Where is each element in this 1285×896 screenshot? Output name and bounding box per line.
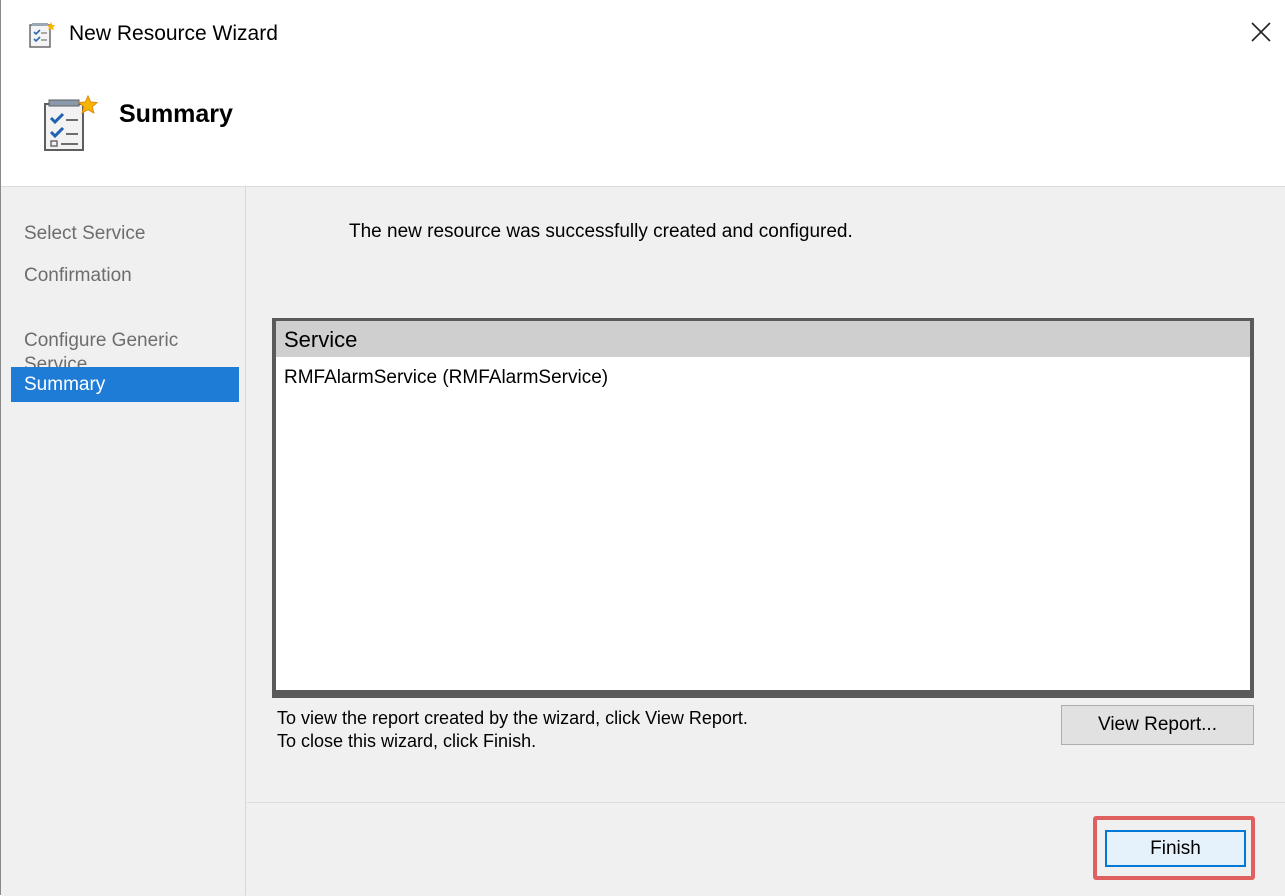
instructions-line: To view the report created by the wizard… (277, 708, 748, 728)
instructions-text: To view the report created by the wizard… (277, 707, 748, 753)
step-label: Select Service (24, 223, 146, 244)
step-select-service: Select Service (11, 222, 239, 246)
title-bar: New Resource Wizard (1, 0, 1285, 70)
wizard-header: Summary (1, 70, 1285, 186)
finish-button[interactable]: Finish (1105, 830, 1246, 867)
close-icon (1250, 21, 1272, 48)
wizard-checklist-icon (39, 94, 101, 156)
step-label: Confirmation (24, 265, 132, 286)
close-button[interactable] (1241, 14, 1281, 54)
column-header-service: Service (276, 321, 1250, 357)
footer-divider (247, 802, 1285, 803)
step-confirmation: Confirmation (11, 264, 239, 288)
wizard-body: Select Service Confirmation Configure Ge… (1, 186, 1285, 896)
page-title: Summary (119, 100, 233, 128)
window-title: New Resource Wizard (69, 22, 278, 45)
wizard-steps-sidebar: Select Service Confirmation Configure Ge… (1, 187, 246, 896)
success-message: The new resource was successfully create… (349, 221, 853, 242)
list-item[interactable]: RMFAlarmService (RMFAlarmService) (284, 367, 608, 389)
service-list[interactable]: Service RMFAlarmService (RMFAlarmService… (272, 318, 1254, 698)
wizard-content: The new resource was successfully create… (247, 187, 1285, 896)
wizard-app-icon (27, 20, 57, 50)
view-report-button[interactable]: View Report... (1061, 705, 1254, 745)
instructions-line: To close this wizard, click Finish. (277, 731, 537, 751)
wizard-window: New Resource Wizard Summary Select Servi… (0, 0, 1285, 896)
step-summary: Summary (11, 367, 239, 402)
step-label: Summary (24, 374, 106, 395)
